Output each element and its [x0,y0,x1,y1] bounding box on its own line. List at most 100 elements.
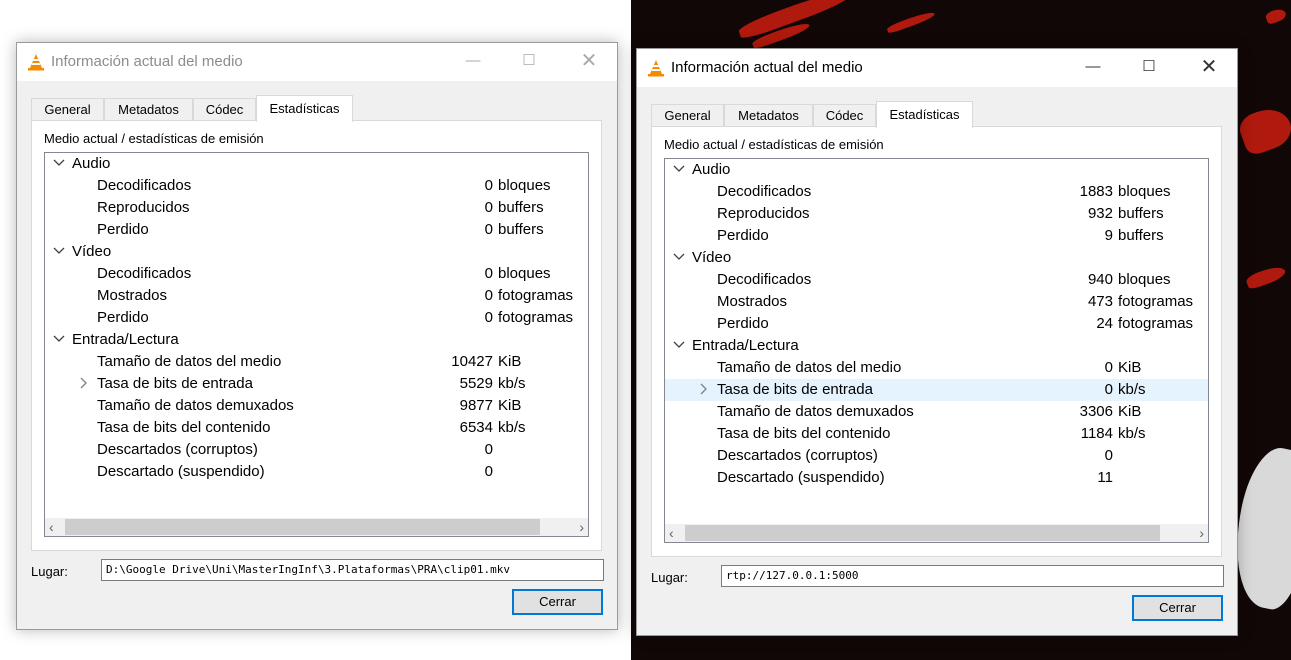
stat-row[interactable]: Tamaño de datos del medio 10427 KiB [45,351,588,373]
stat-label: Tamaño de datos del medio [717,359,902,376]
tab-general[interactable]: General [651,104,724,127]
group-label: Entrada/Lectura [692,337,799,354]
scrollbar-thumb[interactable] [685,525,1160,541]
scroll-left-icon[interactable]: ‹ [49,518,61,536]
stat-value: 932 [1087,205,1113,222]
stat-label: Decodificados [717,271,812,288]
chevron-down-icon[interactable] [52,156,66,170]
stat-value: 0 [484,177,493,194]
stat-row[interactable]: Descartado (suspendido) 11 [665,467,1208,489]
group-label: Entrada/Lectura [72,331,179,348]
tab-metadatos[interactable]: Metadatos [724,104,813,127]
stat-value: 0 [484,441,493,458]
stat-label: Tamaño de datos del medio [97,353,282,370]
close-window-button[interactable]: ✕ [1195,55,1223,79]
chevron-down-icon[interactable] [52,244,66,258]
stat-row[interactable]: Perdido 24 fotogramas [665,313,1208,335]
group-row-audio[interactable]: Audio [45,153,588,175]
horizontal-scrollbar[interactable]: ‹ › [45,518,588,536]
stat-unit: bloques [1118,183,1171,200]
stat-unit: buffers [498,199,544,216]
group-row-video[interactable]: Vídeo [45,241,588,263]
stat-row[interactable]: Decodificados 940 bloques [665,269,1208,291]
group-row-video[interactable]: Vídeo [665,247,1208,269]
maximize-button[interactable]: ☐ [515,49,543,73]
maximize-button[interactable]: ☐ [1135,55,1163,79]
stat-value: 0 [1104,381,1113,398]
stat-row[interactable]: Tamaño de datos demuxados 9877 KiB [45,395,588,417]
stats-tree[interactable]: Audio Decodificados 1883 bloques Reprodu… [664,158,1209,543]
stat-row[interactable]: Tasa de bits del contenido 6534 kb/s [45,417,588,439]
stat-unit: buffers [1118,205,1164,222]
scroll-left-icon[interactable]: ‹ [669,524,681,542]
stat-row[interactable]: Perdido 0 buffers [45,219,588,241]
stat-row[interactable]: Descartado (suspendido) 0 [45,461,588,483]
panel-title: Medio actual / estadísticas de emisión [664,137,884,152]
stat-row[interactable]: Decodificados 0 bloques [45,263,588,285]
stat-label: Tasa de bits de entrada [97,375,253,392]
stat-value: 0 [484,287,493,304]
stat-value: 3306 [1079,403,1113,420]
stat-value: 9 [1104,227,1113,244]
stat-label: Mostrados [717,293,788,310]
group-row-input[interactable]: Entrada/Lectura [665,335,1208,357]
close-window-button[interactable]: ✕ [575,49,603,73]
stat-row-expandable[interactable]: Tasa de bits de entrada 5529 kb/s [45,373,588,395]
horizontal-scrollbar[interactable]: ‹ › [665,524,1208,542]
stat-value: 11 [1097,469,1113,486]
vlc-cone-icon [28,54,44,71]
tab-codec[interactable]: Códec [193,98,256,121]
chevron-right-icon[interactable] [77,376,91,390]
chevron-down-icon[interactable] [672,162,686,176]
chevron-down-icon[interactable] [52,332,66,346]
stat-value: 24 [1096,315,1113,332]
scroll-right-icon[interactable]: › [572,518,584,536]
tab-estadisticas[interactable]: Estadísticas [256,95,353,122]
stat-unit: kb/s [1118,381,1146,398]
stat-label: Tasa de bits del contenido [717,425,891,442]
stat-row[interactable]: Tamaño de datos demuxados 3306 KiB [665,401,1208,423]
stat-unit: KiB [498,353,522,370]
stat-row[interactable]: Tasa de bits del contenido 1184 kb/s [665,423,1208,445]
location-field[interactable]: rtp://127.0.0.1:5000 [721,565,1224,587]
chevron-right-icon[interactable] [697,382,711,396]
group-row-audio[interactable]: Audio [665,159,1208,181]
stat-value: 0 [484,463,493,480]
chevron-down-icon[interactable] [672,338,686,352]
window-title: Información actual del medio [51,53,243,70]
tab-metadatos[interactable]: Metadatos [104,98,193,121]
stat-row[interactable]: Perdido 9 buffers [665,225,1208,247]
scroll-right-icon[interactable]: › [1192,524,1204,542]
stat-row[interactable]: Descartados (corruptos) 0 [665,445,1208,467]
stat-row[interactable]: Tamaño de datos del medio 0 KiB [665,357,1208,379]
stat-unit: KiB [1118,359,1142,376]
stat-label: Tasa de bits del contenido [97,419,271,436]
tab-codec[interactable]: Códec [813,104,876,127]
tab-estadisticas[interactable]: Estadísticas [876,101,973,128]
stat-row[interactable]: Mostrados 0 fotogramas [45,285,588,307]
stat-label: Mostrados [97,287,168,304]
cerrar-button[interactable]: Cerrar [1132,595,1223,621]
stats-tree[interactable]: Audio Decodificados 0 bloques Reproducid… [44,152,589,537]
stat-label: Perdido [717,227,769,244]
stat-row[interactable]: Decodificados 0 bloques [45,175,588,197]
tab-general[interactable]: General [31,98,104,121]
group-label: Vídeo [692,249,732,266]
stat-label: Descartado (suspendido) [717,469,885,486]
group-row-input[interactable]: Entrada/Lectura [45,329,588,351]
location-field[interactable]: D:\Google Drive\Uni\MasterIngInf\3.Plata… [101,559,604,581]
stat-row-expandable[interactable]: Tasa de bits de entrada 0 kb/s [665,379,1208,401]
stat-row[interactable]: Decodificados 1883 bloques [665,181,1208,203]
cerrar-button[interactable]: Cerrar [512,589,603,615]
stat-label: Perdido [97,309,149,326]
stat-label: Perdido [717,315,769,332]
scrollbar-thumb[interactable] [65,519,540,535]
chevron-down-icon[interactable] [672,250,686,264]
minimize-button[interactable]: — [459,49,487,73]
stat-row[interactable]: Perdido 0 fotogramas [45,307,588,329]
stat-row[interactable]: Mostrados 473 fotogramas [665,291,1208,313]
stat-row[interactable]: Reproducidos 932 buffers [665,203,1208,225]
stat-row[interactable]: Descartados (corruptos) 0 [45,439,588,461]
stat-row[interactable]: Reproducidos 0 buffers [45,197,588,219]
minimize-button[interactable]: — [1079,55,1107,79]
